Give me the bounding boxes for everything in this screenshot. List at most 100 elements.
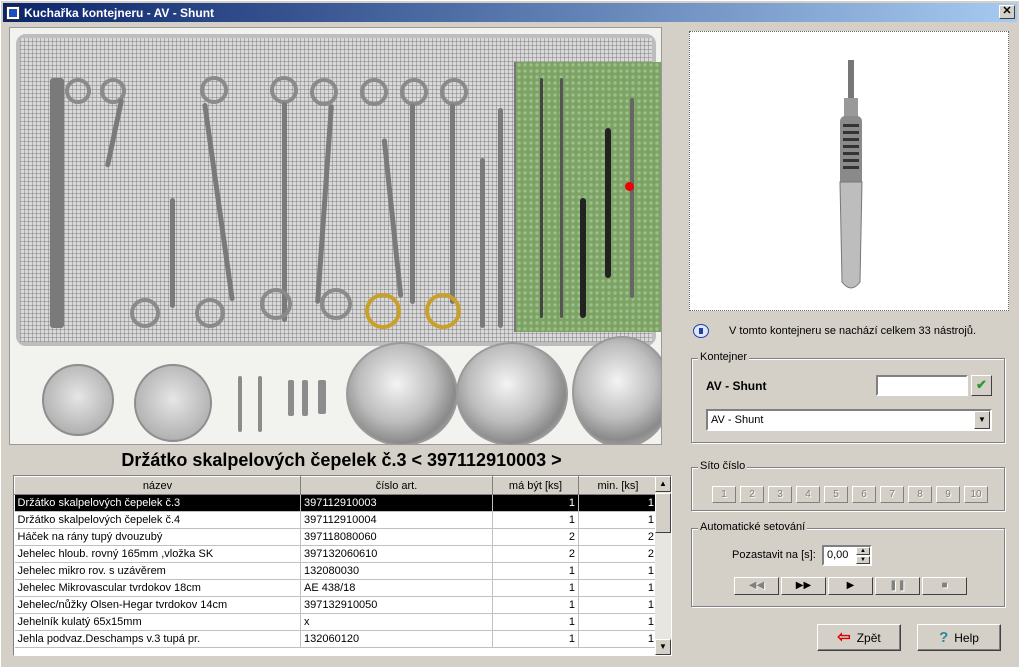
cell-name: Jehla podvaz.Deschamps v.3 tupá pr.	[14, 630, 301, 648]
sito-button-9[interactable]: 9	[936, 486, 960, 503]
back-button-label: Zpět	[856, 630, 881, 645]
cell-code: 397132910050	[300, 596, 493, 614]
container-photo[interactable]	[9, 27, 662, 445]
kontejner-select-value: AV - Shunt	[711, 414, 764, 426]
scalpel-handle-image	[839, 60, 863, 289]
sito-group: Síto číslo 1 2 3 4 5 6 7 8 9 10	[691, 460, 1005, 511]
kontejner-label: Kontejner	[698, 351, 750, 363]
table-row[interactable]: Držátko skalpelových čepelek č.4 39711291…	[14, 511, 658, 529]
kontejner-code-input[interactable]	[876, 375, 968, 396]
cell-name: Jehelec hloub. rovný 165mm ,vložka SK	[14, 545, 301, 563]
cell-min: 1	[578, 579, 658, 597]
cell-code: 397112910003	[300, 494, 493, 512]
back-button[interactable]: ⇦ Zpět	[817, 624, 901, 651]
spin-down-icon[interactable]: ▼	[856, 556, 870, 564]
pause-label: Pozastavit na [s]:	[732, 549, 816, 561]
table-row[interactable]: Držátko skalpelových čepelek č.3 39711291…	[14, 494, 658, 512]
sito-button-4[interactable]: 4	[796, 486, 820, 503]
auto-group: Automatické setování Pozastavit na [s]: …	[691, 521, 1005, 607]
cell-min: 2	[578, 528, 658, 546]
cell-should: 1	[492, 494, 579, 512]
pause-button[interactable]: ❚❚	[875, 577, 920, 595]
scroll-up-icon[interactable]: ▲	[655, 476, 671, 492]
cell-should: 1	[492, 511, 579, 529]
auto-label: Automatické setování	[698, 521, 808, 533]
kontejner-name: AV - Shunt	[706, 379, 767, 393]
pause-stepper[interactable]: 0,00 ▲ ▼	[822, 545, 872, 566]
cell-name: Jehelník kulatý 65x15mm	[14, 613, 301, 631]
sito-label: Síto číslo	[698, 460, 748, 472]
cell-name: Jehelec/nůžky Olsen-Hegar tvrdokov 14cm	[14, 596, 301, 614]
column-header-min[interactable]: min. [ks]	[578, 476, 658, 495]
cell-should: 1	[492, 596, 579, 614]
column-header-name[interactable]: název	[14, 476, 301, 495]
cell-min: 2	[578, 545, 658, 563]
sito-button-5[interactable]: 5	[824, 486, 848, 503]
play-button[interactable]: ▶	[828, 577, 873, 595]
rewind-button[interactable]: ◀◀	[734, 577, 779, 595]
sito-button-6[interactable]: 6	[852, 486, 876, 503]
table-header: název číslo art. má být [ks] min. [ks]	[14, 476, 658, 495]
spin-up-icon[interactable]: ▲	[856, 547, 870, 555]
table-row[interactable]: Jehla podvaz.Deschamps v.3 tupá pr. 13206…	[14, 630, 658, 648]
cell-should: 1	[492, 613, 579, 631]
close-button[interactable]: ✕	[999, 5, 1015, 19]
instrument-tray	[16, 34, 661, 346]
cell-code: AE 438/18	[300, 579, 493, 597]
instrument-table: název číslo art. má být [ks] min. [ks] D…	[13, 475, 672, 656]
instrument-preview	[689, 31, 1009, 311]
table-row[interactable]: Háček na rány tupý dvouzubý 397118080060 2…	[14, 528, 658, 546]
column-header-code[interactable]: číslo art.	[300, 476, 493, 495]
table-scrollbar[interactable]: ▲ ▼	[655, 476, 671, 655]
cell-code: 397112910004	[300, 511, 493, 529]
sito-button-10[interactable]: 10	[964, 486, 988, 503]
table-row[interactable]: Jehelec Mikrovascular tvrdokov 18cm AE 43…	[14, 579, 658, 597]
table-row[interactable]: Jehelec hloub. rovný 165mm ,vložka SK 397…	[14, 545, 658, 563]
sito-button-8[interactable]: 8	[908, 486, 932, 503]
cell-min: 1	[578, 494, 658, 512]
help-icon: ?	[939, 629, 949, 646]
sito-button-2[interactable]: 2	[740, 486, 764, 503]
info-icon	[693, 324, 709, 338]
instrument-count-text: V tomto kontejneru se nachází celkem 33 …	[729, 325, 977, 337]
cell-min: 1	[578, 511, 658, 529]
cell-min: 1	[578, 630, 658, 648]
cell-name: Háček na rány tupý dvouzubý	[14, 528, 301, 546]
kontejner-group: Kontejner AV - Shunt ✔ AV - Shunt ▼	[691, 351, 1005, 443]
cell-min: 1	[578, 562, 658, 580]
table-row[interactable]: Jehelec/nůžky Olsen-Hegar tvrdokov 14cm 3…	[14, 596, 658, 614]
cell-code: 397118080060	[300, 528, 493, 546]
app-window: Kuchařka kontejneru - AV - Shunt ✕ Držát…	[0, 0, 1020, 668]
cell-code: x	[300, 613, 493, 631]
table-row[interactable]: Jehelec mikro rov. s uzávěrem 132080030 1 1	[14, 562, 658, 580]
cell-code: 132080030	[300, 562, 493, 580]
sito-button-7[interactable]: 7	[880, 486, 904, 503]
cell-should: 1	[492, 579, 579, 597]
cell-name: Držátko skalpelových čepelek č.4	[14, 511, 301, 529]
sito-button-1[interactable]: 1	[712, 486, 736, 503]
confirm-check-button[interactable]: ✔	[971, 375, 992, 396]
back-arrow-icon: ⇦	[837, 628, 851, 646]
chevron-down-icon[interactable]: ▼	[974, 411, 990, 429]
cell-should: 1	[492, 630, 579, 648]
scroll-down-icon[interactable]: ▼	[655, 639, 671, 655]
selected-item-title: Držátko skalpelových čepelek č.3 < 39711…	[121, 450, 562, 470]
help-button[interactable]: ? Help	[917, 624, 1001, 651]
cell-code: 132060120	[300, 630, 493, 648]
column-header-should[interactable]: má být [ks]	[492, 476, 579, 495]
stop-button[interactable]: ■	[922, 577, 967, 595]
table-row[interactable]: Jehelník kulatý 65x15mm x 1 1	[14, 613, 658, 631]
cell-should: 2	[492, 545, 579, 563]
help-button-label: Help	[954, 630, 979, 645]
kontejner-select[interactable]: AV - Shunt ▼	[706, 409, 992, 431]
sito-button-3[interactable]: 3	[768, 486, 792, 503]
cell-min: 1	[578, 596, 658, 614]
cell-should: 1	[492, 562, 579, 580]
pause-value: 0,00	[827, 549, 849, 561]
cell-name: Jehelec mikro rov. s uzávěrem	[14, 562, 301, 580]
cell-should: 2	[492, 528, 579, 546]
scroll-thumb[interactable]	[655, 493, 671, 533]
cell-name: Jehelec Mikrovascular tvrdokov 18cm	[14, 579, 301, 597]
fast-forward-button[interactable]: ▶▶	[781, 577, 826, 595]
info-row: V tomto kontejneru se nachází celkem 33 …	[691, 321, 1009, 341]
